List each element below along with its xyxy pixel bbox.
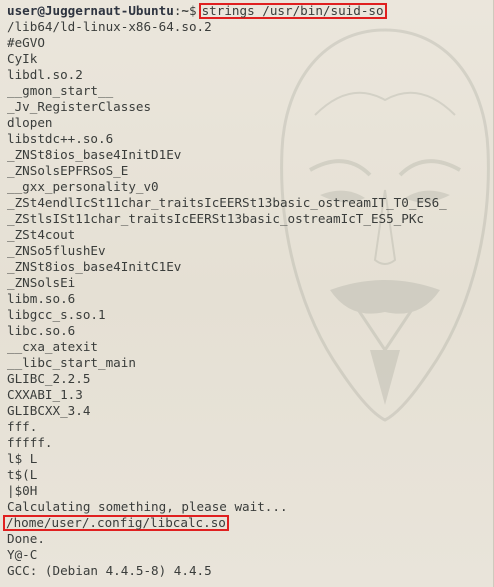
output-line: __cxa_atexit	[7, 339, 98, 354]
output-line: __libc_start_main	[7, 355, 136, 370]
prompt-line: user@Juggernaut-Ubuntu:~$ strings /usr/bi…	[0, 3, 493, 19]
output-line: GCC: (Debian 4.4.5-8) 4.4.5	[7, 563, 212, 578]
prompt-path: ~	[181, 3, 189, 18]
output-line: Done.	[7, 531, 45, 546]
output-line: Y@-C	[7, 547, 38, 562]
output-line: _ZNSt8ios_base4InitC1Ev	[7, 259, 182, 274]
output-line: libm.so.6	[7, 291, 76, 306]
output-line: __gmon_start__	[7, 83, 114, 98]
output-line: GLIBCXX_3.4	[7, 403, 91, 418]
output-line: CXXABI_1.3	[7, 387, 83, 402]
output-line: /home/user/.config/libcalc.so	[0, 515, 493, 531]
output-line: __gxx_personality_v0	[7, 179, 159, 194]
output-line: dlopen	[7, 115, 53, 130]
terminal-output: user@Juggernaut-Ubuntu:~$ strings /usr/bi…	[0, 0, 493, 579]
output-line: _ZNSolsEi	[7, 275, 76, 290]
output-line: t$(L	[7, 467, 38, 482]
output-line: |$0H	[7, 483, 38, 498]
highlighted-command: strings /usr/bin/suid-so	[198, 3, 387, 19]
output-line: _ZStlsISt11char_traitsIcEERSt13basic_ost…	[7, 211, 425, 226]
highlighted-library-path: /home/user/.config/libcalc.so	[3, 515, 229, 531]
output-line: #eGVO	[7, 35, 45, 50]
output-line: CyIk	[7, 51, 38, 66]
output-line: _ZNSolsEPFRSoS_E	[7, 163, 129, 178]
output-line: libc.so.6	[7, 323, 76, 338]
output-line: _Jv_RegisterClasses	[7, 99, 152, 114]
output-line: GLIBC_2.2.5	[7, 371, 91, 386]
output-line: _ZNSo5flushEv	[7, 243, 106, 258]
prompt-user-host: user@Juggernaut-Ubuntu	[7, 3, 174, 18]
output-line: fff.	[7, 419, 38, 434]
output-line: fffff.	[7, 435, 53, 450]
terminal-window[interactable]: user@Juggernaut-Ubuntu:~$ strings /usr/bi…	[0, 0, 494, 587]
output-line: Calculating something, please wait...	[7, 499, 288, 514]
output-line: libgcc_s.so.1	[7, 307, 106, 322]
output-line: libstdc++.so.6	[7, 131, 114, 146]
output-line: l$ L	[7, 451, 38, 466]
output-line: libdl.so.2	[7, 67, 83, 82]
output-line: /lib64/ld-linux-x86-64.so.2	[7, 19, 212, 34]
output-line: _ZSt4endlIcSt11char_traitsIcEERSt13basic…	[7, 195, 447, 210]
output-line: _ZNSt8ios_base4InitD1Ev	[7, 147, 182, 162]
output-line: _ZSt4cout	[7, 227, 76, 242]
